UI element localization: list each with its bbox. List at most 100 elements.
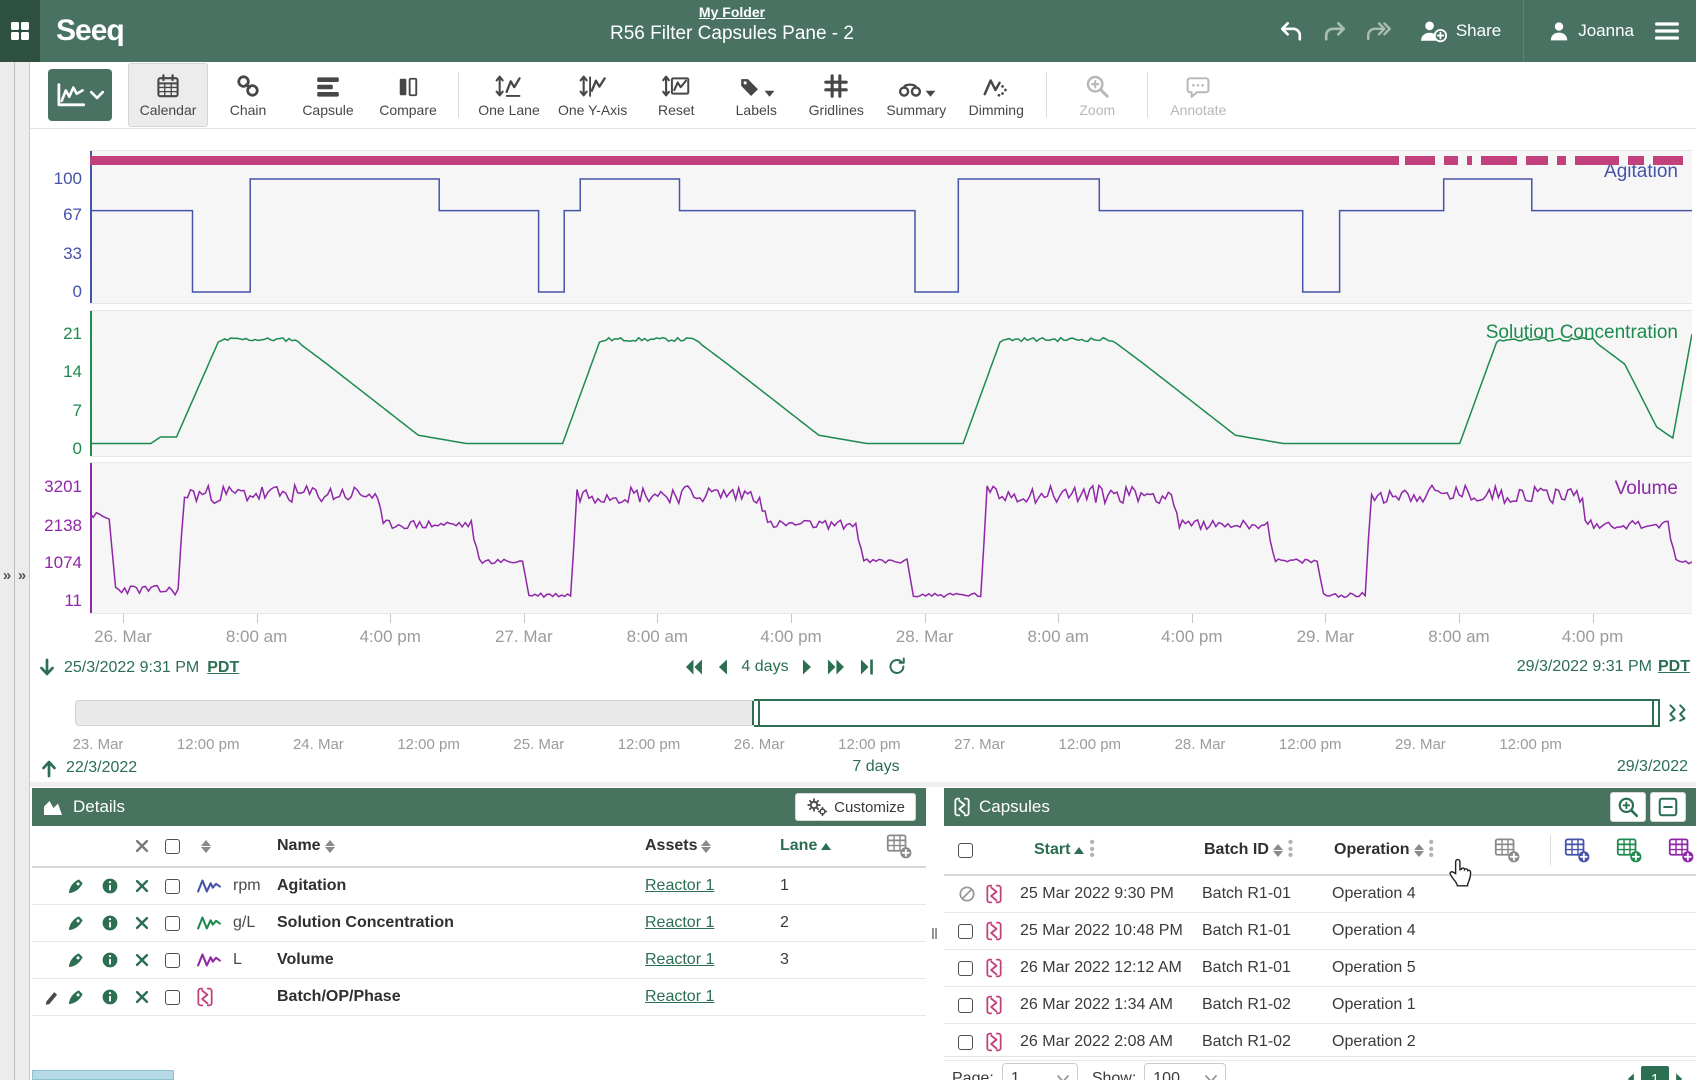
sort-icon[interactable]: [325, 840, 335, 853]
toolbar-button-calendar[interactable]: Calendar: [128, 63, 208, 127]
user-menu[interactable]: Joanna: [1548, 20, 1634, 42]
remove-item-icon[interactable]: [134, 878, 165, 894]
name-cell[interactable]: Solution Concentration: [277, 914, 645, 932]
capsule-row[interactable]: 25 Mar 2022 10:48 PMBatch R1-01Operation…: [944, 913, 1696, 950]
item-info-icon[interactable]: [101, 951, 134, 969]
column-menu-icon[interactable]: •••: [1089, 840, 1094, 860]
toolbar-button-gridlines[interactable]: Gridlines: [796, 63, 876, 127]
column-header-name[interactable]: Name: [277, 837, 321, 855]
row-checkbox[interactable]: [958, 924, 973, 939]
toolbar-button-compare[interactable]: Compare: [368, 63, 448, 127]
step-back-full-button[interactable]: [683, 658, 703, 676]
show-select[interactable]: 100: [1144, 1063, 1226, 1080]
capsule-row[interactable]: 26 Mar 2022 12:12 AMBatch R1-01Operation…: [944, 950, 1696, 987]
edit-item-button[interactable]: [32, 989, 66, 1006]
row-checkbox[interactable]: [958, 998, 973, 1013]
chart-type-button[interactable]: [48, 69, 112, 121]
column-menu-icon[interactable]: •••: [1429, 840, 1434, 860]
timezone-link[interactable]: PDT: [1658, 658, 1690, 676]
details-row-batch-op-phase[interactable]: Batch/OP/PhaseReactor 1: [32, 979, 926, 1016]
toolbar-button-zoom[interactable]: Zoom: [1057, 63, 1137, 127]
zoom-to-capsule-button[interactable]: [1610, 792, 1646, 822]
share-button[interactable]: Share: [1418, 19, 1501, 43]
asset-link[interactable]: Reactor 1: [645, 988, 714, 1006]
pager-current-page[interactable]: 1: [1641, 1066, 1669, 1080]
timebar-right-handle[interactable]: [1652, 701, 1660, 725]
sort-icon[interactable]: [201, 840, 211, 853]
hamburger-menu-button[interactable]: [1654, 21, 1680, 41]
capsule-bar[interactable]: [90, 156, 1399, 165]
undo-button[interactable]: [1274, 16, 1308, 46]
send-to-trend-icon[interactable]: [66, 877, 101, 896]
row-checkbox[interactable]: [165, 916, 180, 931]
row-checkbox[interactable]: [165, 879, 180, 894]
select-all-capsules-checkbox[interactable]: [958, 843, 973, 858]
investigate-start-date[interactable]: 22/3/2022: [66, 759, 137, 777]
toolbar-button-chain[interactable]: Chain: [208, 63, 288, 127]
name-cell[interactable]: Batch/OP/Phase: [277, 988, 645, 1006]
breadcrumb-my-folder[interactable]: My Folder: [699, 4, 765, 20]
sort-icon[interactable]: [1414, 844, 1424, 857]
toolbar-button-labels[interactable]: Labels: [716, 63, 796, 127]
forward-history-button[interactable]: [1362, 16, 1396, 46]
column-header-lane[interactable]: Lane: [775, 837, 817, 855]
column-header-assets[interactable]: Assets: [645, 837, 697, 855]
timezone-link[interactable]: PDT: [207, 659, 239, 677]
asset-link[interactable]: Reactor 1: [645, 951, 714, 969]
pager-previous-icon[interactable]: [1626, 1072, 1635, 1080]
item-info-icon[interactable]: [101, 877, 134, 895]
range-duration[interactable]: 4 days: [741, 658, 788, 676]
pager-next-icon[interactable]: [1675, 1072, 1684, 1080]
column-menu-icon[interactable]: •••: [1288, 840, 1293, 860]
auto-update-button[interactable]: [888, 657, 907, 676]
add-condition-column-icon[interactable]: [1603, 837, 1655, 863]
timebar-selected-window[interactable]: [754, 699, 1660, 727]
send-to-trend-icon[interactable]: [66, 914, 101, 933]
name-cell[interactable]: Agitation: [277, 877, 645, 895]
step-forward-half-button[interactable]: [802, 658, 814, 676]
capsule-time-icon[interactable]: [1666, 703, 1690, 723]
item-info-icon[interactable]: [101, 988, 134, 1006]
investigate-duration[interactable]: 7 days: [852, 758, 899, 776]
lane-volume[interactable]: Volume: [90, 462, 1692, 614]
collapsed-tools-panel-expander[interactable]: »: [15, 62, 30, 1080]
toolbar-button-reset[interactable]: Reset: [636, 63, 716, 127]
asset-link[interactable]: Reactor 1: [645, 914, 714, 932]
collapse-panel-button[interactable]: [1650, 792, 1686, 822]
step-to-end-button[interactable]: [860, 658, 875, 676]
column-header-operation[interactable]: Operation: [1334, 841, 1410, 859]
name-cell[interactable]: Volume: [277, 951, 645, 969]
lane-solution-concentration[interactable]: Solution Concentration: [90, 310, 1692, 457]
send-to-trend-icon[interactable]: [66, 988, 101, 1007]
sort-ascending-icon[interactable]: [1074, 847, 1084, 854]
redo-button[interactable]: [1318, 16, 1352, 46]
seeq-logo[interactable]: Seeq: [56, 14, 124, 48]
row-checkbox[interactable]: [165, 953, 180, 968]
customize-button[interactable]: Customize: [795, 793, 916, 821]
investigate-end-date[interactable]: 29/3/2022: [1617, 758, 1688, 776]
toolbar-button-one-lane[interactable]: One Lane: [469, 63, 549, 127]
details-row-solution-concentration[interactable]: g/LSolution ConcentrationReactor 12: [32, 905, 926, 942]
toolbar-button-one-y-axis[interactable]: One Y-Axis: [549, 63, 636, 127]
app-switcher-button[interactable]: [0, 0, 40, 62]
step-back-half-button[interactable]: [716, 658, 728, 676]
toolbar-button-annotate[interactable]: Annotate: [1158, 63, 1238, 127]
remove-item-icon[interactable]: [134, 989, 165, 1005]
sort-icon[interactable]: [701, 840, 711, 853]
item-info-icon[interactable]: [101, 914, 134, 932]
asset-link[interactable]: Reactor 1: [645, 877, 714, 895]
select-all-checkbox[interactable]: [165, 839, 180, 854]
toolbar-button-summary[interactable]: Summary: [876, 63, 956, 127]
remove-item-icon[interactable]: [134, 915, 165, 931]
toolbar-button-dimming[interactable]: Dimming: [956, 63, 1036, 127]
capsule-row[interactable]: 26 Mar 2022 1:34 AMBatch R1-02Operation …: [944, 987, 1696, 1024]
add-signal-column-icon[interactable]: [1551, 837, 1603, 863]
row-checkbox[interactable]: [958, 961, 973, 976]
range-end-value[interactable]: 29/3/2022 9:31 PM: [1517, 658, 1652, 676]
row-checkbox[interactable]: [165, 990, 180, 1005]
details-row-agitation[interactable]: rpmAgitationReactor 11: [32, 868, 926, 905]
send-to-trend-icon[interactable]: [66, 951, 101, 970]
column-header-start[interactable]: Start: [1034, 841, 1070, 859]
add-property-column-icon[interactable]: [1655, 837, 1696, 863]
sort-ascending-icon[interactable]: [821, 843, 831, 850]
